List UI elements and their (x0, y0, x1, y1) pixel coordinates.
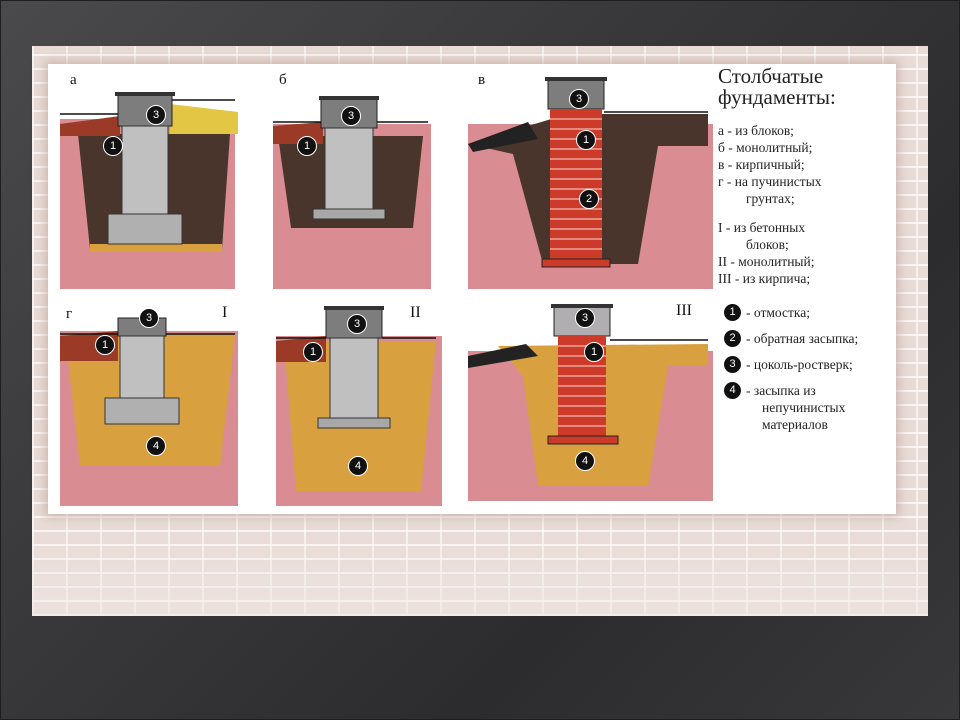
key-text-3: - цоколь-ростверк; (746, 357, 853, 372)
legend-title-line1: Столбчатые (718, 64, 824, 88)
legend-type-g: г - на пучинистых (718, 174, 822, 189)
diagram-panel-b: б 1 3 (273, 64, 433, 294)
key-badge-3: 3 (724, 356, 741, 373)
key-text-2: - обратная засыпка; (746, 331, 859, 346)
foundation-b-drawing (273, 96, 431, 289)
marker-3-g1: 3 (139, 308, 159, 328)
legend-title-line2: фундаменты: (718, 85, 836, 109)
legend-material-1: I - из бетонных (718, 220, 806, 235)
legend-material-1-cont: блоков; (746, 237, 789, 252)
marker-1-g2: 1 (303, 342, 323, 362)
marker-1-b: 1 (297, 136, 317, 156)
panel-letter-g: г (66, 306, 73, 322)
marker-4-g2: 4 (348, 456, 368, 476)
marker-3-b: 3 (341, 106, 361, 126)
key-text-4: - засыпка из (746, 383, 816, 398)
marker-3-g3: 3 (575, 308, 595, 328)
marker-3-a: 3 (146, 105, 166, 125)
marker-2-v: 2 (579, 189, 599, 209)
marker-4-g1: 4 (146, 436, 166, 456)
diagram-panel-g1: г I 1 3 4 (60, 296, 240, 506)
marker-1-g3: 1 (584, 342, 604, 362)
roman-label-3: III (676, 302, 692, 319)
marker-4-g3: 4 (575, 451, 595, 471)
legend-material-2: II - монолитный; (718, 254, 815, 269)
legend-panel: Столбчатые фундаменты: а - из блоков; б … (718, 66, 898, 433)
legend-key-4-cont2: материалов (762, 417, 828, 432)
legend-key-1: 1 - отмостка; (718, 304, 898, 321)
key-badge-4: 4 (724, 382, 741, 399)
key-badge-1: 1 (724, 304, 741, 321)
legend-type-v: в - кирпичный; (718, 157, 805, 172)
legend-key-3: 3 - цоколь-ростверк; (718, 356, 898, 373)
marker-1-g1: 1 (95, 335, 115, 355)
panel-letter-a: а (70, 72, 77, 88)
foundation-v-drawing (468, 77, 713, 289)
foundation-a-drawing (60, 92, 238, 289)
legend-title: Столбчатые фундаменты: (718, 66, 898, 108)
panel-letter-v: в (478, 72, 486, 88)
diagram-panel-a: а 1 3 (60, 64, 240, 294)
marker-3-g2: 3 (347, 314, 367, 334)
legend-key-4: 4 - засыпка из (718, 382, 898, 399)
diagram-panel-g2: II 1 3 4 (276, 296, 446, 506)
roman-label-2: II (410, 304, 421, 321)
key-badge-2: 2 (724, 330, 741, 347)
legend-key-4-cont1: непучинистых (762, 400, 846, 415)
legend-type-a: а - из блоков; (718, 123, 794, 138)
diagram-panel-v: в 1 2 3 (468, 64, 718, 294)
legend-material-3: III - из кирпича; (718, 271, 811, 286)
panel-letter-b: б (279, 72, 287, 88)
key-text-1: - отмостка; (746, 305, 810, 320)
legend-key-2: 2 - обратная засыпка; (718, 330, 898, 347)
roman-label-1: I (222, 304, 228, 321)
legend-type-b: б - монолитный; (718, 140, 813, 155)
legend-type-g-cont: грунтах; (746, 191, 795, 206)
marker-3-v: 3 (569, 89, 589, 109)
marker-1-a: 1 (103, 136, 123, 156)
diagram-panel-g3: III 1 3 4 (468, 296, 718, 506)
foundation-g3-drawing (468, 304, 713, 501)
marker-1-v: 1 (576, 130, 596, 150)
